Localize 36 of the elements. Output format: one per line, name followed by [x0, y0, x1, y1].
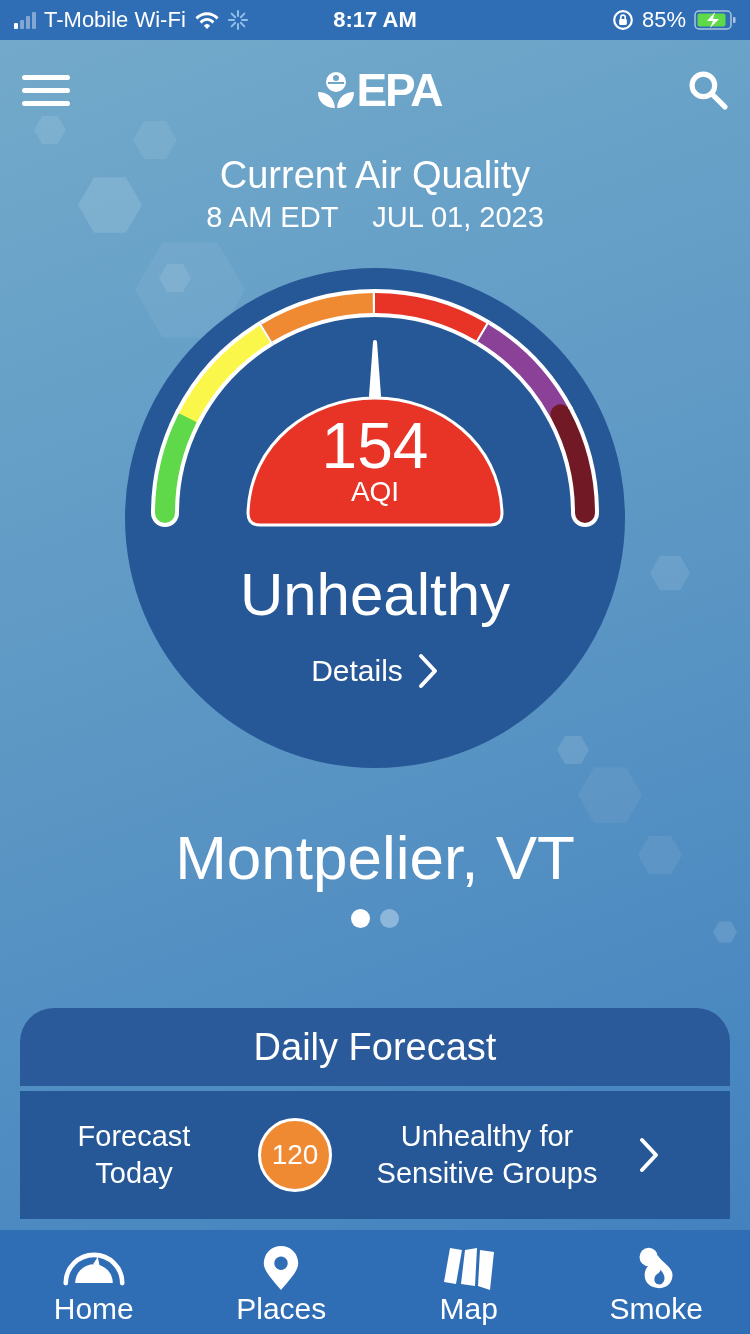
- tab-button[interactable]: Map: [383, 1230, 554, 1334]
- forecast-category: Unhealthy for Sensitive Groups: [375, 1119, 599, 1191]
- page-dot[interactable]: [351, 909, 370, 928]
- search-icon: [688, 70, 728, 110]
- tab-button[interactable]: Places: [196, 1230, 367, 1334]
- location-name: Montpelier, VT: [175, 822, 575, 893]
- battery-charging-icon: [694, 9, 736, 31]
- gauge-needle: [369, 340, 381, 398]
- observation-date: JUL 01, 2023: [372, 201, 544, 234]
- tab-button[interactable]: Smoke: [571, 1230, 742, 1334]
- signal-icon: [14, 11, 36, 29]
- wifi-icon: [193, 10, 220, 30]
- page-dot[interactable]: [380, 909, 399, 928]
- forecast-row[interactable]: Forecast Today 120 Unhealthy for Sensitive Groups: [20, 1091, 730, 1219]
- details-link[interactable]: Details: [311, 653, 439, 689]
- tab-button[interactable]: Home: [8, 1230, 179, 1334]
- battery-percent: 85%: [641, 7, 686, 33]
- rotation-lock-icon: [611, 9, 634, 31]
- aqi-unit: AQI: [350, 478, 400, 506]
- observation-time: 8 AM EDT: [206, 201, 339, 234]
- search-button[interactable]: [688, 70, 728, 110]
- menu-button[interactable]: [22, 73, 70, 107]
- chevron-right-icon: [416, 653, 439, 689]
- chevron-right-icon: [638, 1137, 660, 1173]
- air-quality-title: Current Air Quality: [219, 154, 531, 197]
- status-time: 8:17 AM: [333, 7, 417, 33]
- card-title: Daily Forecast: [20, 1008, 730, 1086]
- aqi-value: 154: [321, 414, 429, 478]
- forecast-label: Forecast Today: [76, 1119, 192, 1191]
- carrier-name: T-Mobile Wi-Fi: [44, 7, 186, 33]
- menu-icon: [22, 73, 70, 107]
- flower-logo-icon: [316, 70, 357, 110]
- aqi-category: Unhealthy: [239, 560, 511, 629]
- loading-spinner-icon: [227, 10, 248, 30]
- logo-text: EPA: [356, 63, 442, 117]
- forecast-aqi-badge: 120: [258, 1118, 332, 1192]
